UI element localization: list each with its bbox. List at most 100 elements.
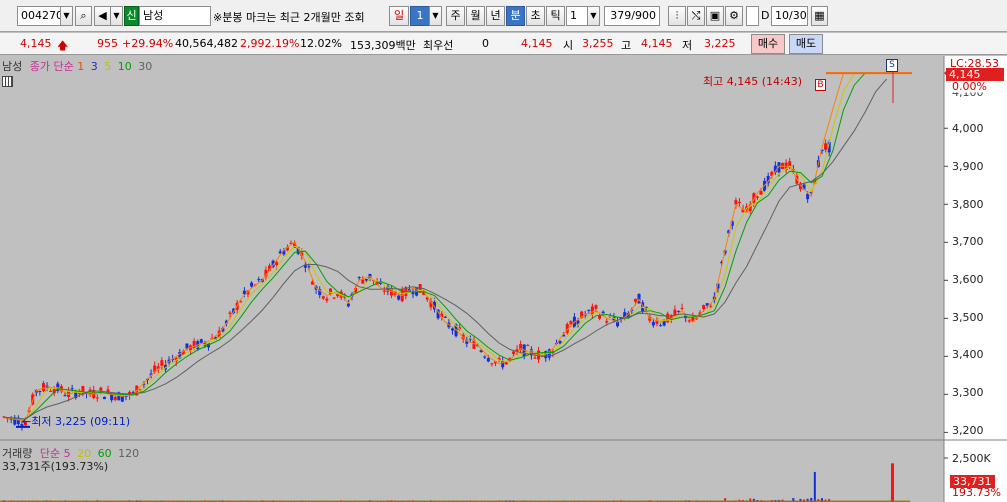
toolbar: 004270 ▼ ⌕ ◀ ▼ 신 남성 ※분봉 마크는 최근 2개월만 조회 일… [0, 0, 1007, 32]
period-week-button[interactable]: 주 [446, 6, 465, 26]
change-value: 955 [97, 37, 118, 50]
candle-body [702, 305, 706, 310]
candle-body [357, 277, 361, 279]
candle-body [687, 320, 691, 322]
candle-body [483, 356, 487, 358]
candle-body [63, 395, 67, 397]
period-tick-button[interactable]: 틱 [546, 6, 565, 26]
trade-amount: 153,309백만 [350, 39, 416, 52]
interval-dropdown[interactable]: ▼ [587, 6, 600, 26]
period-number-dropdown[interactable]: ▼ [429, 6, 442, 26]
legend-stock-name: 남성 [2, 60, 23, 73]
high-value: 4,145 [641, 37, 673, 50]
period-month-button[interactable]: 월 [466, 6, 485, 26]
candle-body [737, 201, 741, 203]
open-value: 3,255 [582, 37, 614, 50]
volume-current-text: 33,731주(193.73%) [2, 460, 109, 473]
period-minute-button[interactable]: 분 [506, 6, 525, 26]
grid-icon[interactable] [2, 76, 13, 87]
candle-body [590, 306, 594, 315]
trend-tool-icon[interactable]: ⤭ [687, 6, 705, 26]
candle-body [659, 325, 663, 327]
interval-input[interactable]: 1 [566, 6, 588, 26]
candle-body [526, 345, 530, 347]
chart-type-icon[interactable]: ⫶ [668, 6, 686, 26]
candle-body [49, 390, 53, 392]
candle-body [411, 292, 415, 295]
volume-pct-tag: 193.73% [952, 486, 1001, 499]
search-icon[interactable]: ⌕ [75, 6, 92, 26]
legend-ma-5: 5 [104, 60, 112, 73]
candle-body [99, 387, 103, 391]
candle-body [321, 296, 325, 299]
candle-body [651, 322, 655, 326]
calendar-icon[interactable]: ▦ [811, 6, 828, 26]
count-field[interactable]: 379/900 [604, 6, 660, 26]
period-number-field[interactable]: 1 [410, 6, 430, 26]
credit-badge: 신 [124, 6, 139, 26]
stock-code-dropdown[interactable]: ▼ [60, 6, 73, 26]
save-icon[interactable]: ▣ [706, 6, 724, 26]
volume-bar [813, 471, 816, 502]
candle-body [328, 288, 332, 294]
period-day-button[interactable]: 일 [389, 6, 409, 26]
candle-body [397, 295, 401, 300]
candle-body [199, 339, 203, 343]
candle-body [95, 397, 99, 399]
ma-10-line [3, 72, 887, 420]
stock-code-input[interactable]: 004270 [17, 6, 61, 26]
open-label: 시 [563, 39, 574, 52]
candle-body [605, 320, 609, 323]
candle-body [102, 396, 106, 400]
candle-body [755, 196, 759, 198]
ma-30-line [3, 78, 887, 420]
candle-body [382, 290, 386, 292]
candle-body [325, 298, 329, 301]
date-checkbox[interactable] [746, 6, 759, 26]
sell-marker[interactable]: S [886, 59, 898, 72]
price-legend: 남성 종가 단순 1 3 5 10 30 [2, 58, 152, 74]
quote-bar: 4,145 🡅 955 +29.94% 40,564,482 2,992.19%… [0, 33, 1007, 55]
legend-ma-3: 3 [90, 60, 98, 73]
candle-body [41, 383, 45, 392]
candle-body [257, 279, 261, 281]
low-label: 저 [682, 39, 693, 52]
buy-button[interactable]: 매수 [751, 34, 785, 54]
candle-body [361, 279, 365, 284]
ma-1-line [3, 72, 887, 422]
legend-vol-ma-120: 120 [118, 447, 140, 460]
speaker-icon[interactable]: ◀ [94, 6, 111, 26]
buy-marker[interactable]: B [815, 79, 826, 91]
date-input[interactable]: 10/30 [771, 6, 808, 26]
candle-body [680, 307, 684, 309]
price-chart[interactable] [0, 56, 1007, 502]
candle-body [275, 261, 279, 266]
period-second-button[interactable]: 초 [526, 6, 545, 26]
candle-body [443, 316, 447, 318]
candle-body [486, 358, 490, 362]
gear-icon[interactable]: ⚙ [725, 6, 743, 26]
y-tick-label: 3,500 [952, 311, 984, 324]
candle-body [676, 310, 680, 312]
period-year-button[interactable]: 년 [486, 6, 505, 26]
sell-button[interactable]: 매도 [789, 34, 823, 54]
chart-area[interactable]: 남성 종가 단순 1 3 5 10 30 LC:28.53 4,145 0.00… [0, 56, 1007, 502]
y-tick-label: 3,600 [952, 273, 984, 286]
percent-tag: 0.00% [952, 80, 987, 93]
legend-ma-10: 10 [117, 60, 132, 73]
date-check-label: D [761, 9, 770, 22]
candle-body [250, 282, 254, 287]
candle-body [594, 305, 598, 309]
candle-body [185, 343, 189, 349]
stock-name-field[interactable]: 남성 [139, 6, 211, 26]
low-marker-label: ←최저 3,225 (09:11) [22, 415, 131, 428]
speaker-dropdown[interactable]: ▼ [110, 6, 123, 26]
y-tick-label: 3,400 [952, 348, 984, 361]
volume-bar [891, 463, 894, 502]
volume-value: 40,564,482 [175, 37, 238, 50]
priority-value: 0 [482, 37, 489, 50]
candle-body [242, 290, 246, 294]
candle-body [364, 278, 368, 281]
turnover-rate: 12.02% [300, 37, 342, 50]
candle-body [332, 297, 336, 299]
